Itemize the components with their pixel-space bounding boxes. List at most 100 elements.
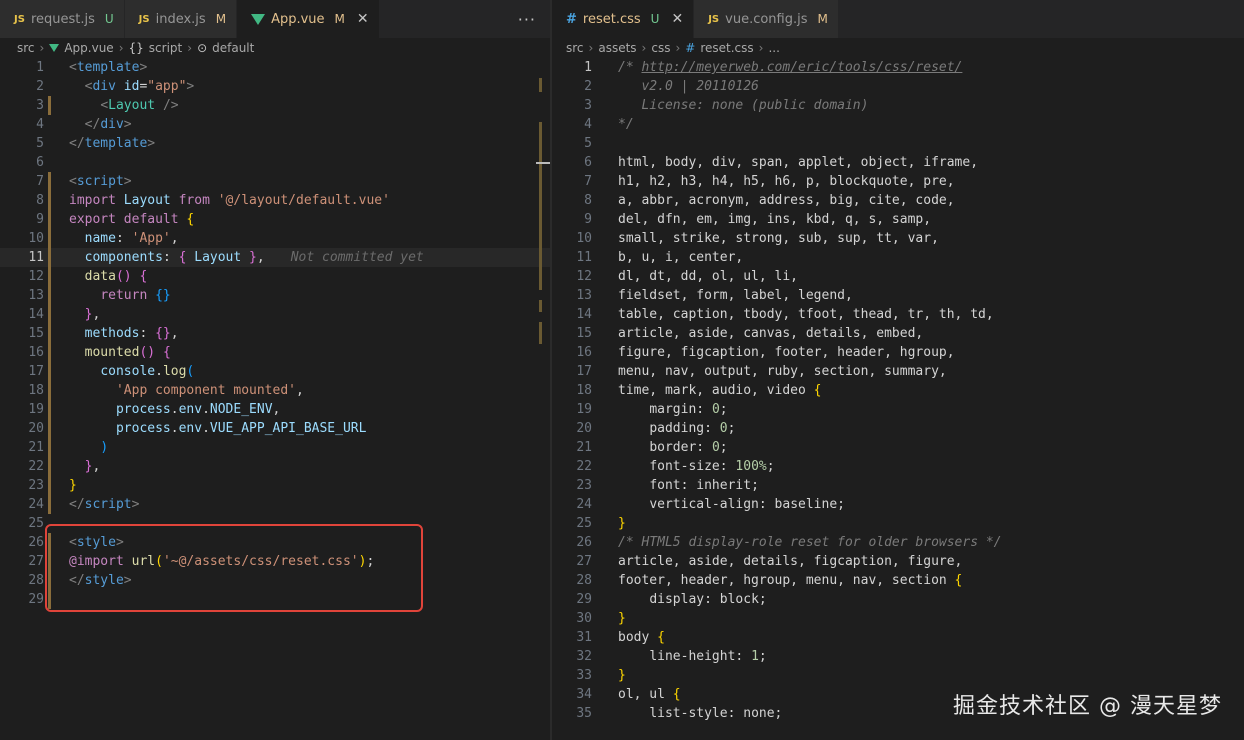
- code-line: 3 License: none (public domain): [584, 98, 869, 113]
- git-blame-annotation: Not committed yet: [290, 250, 424, 265]
- code-line: 24 </script>: [28, 495, 140, 514]
- chevron-right-icon: ›: [39, 41, 45, 55]
- code-line: 20 padding: 0;: [576, 421, 736, 436]
- javascript-icon: JS: [138, 13, 150, 25]
- code-line: 27 article, aside, details, figcaption, f…: [576, 554, 963, 569]
- code-editor[interactable]: 1/* http://meyerweb.com/eric/tools/css/r…: [552, 58, 1244, 723]
- tab-app-vue[interactable]: App.vue M ✕: [237, 0, 380, 38]
- code-line: 21 ): [28, 438, 109, 457]
- annotation-highlight-box: [45, 524, 423, 612]
- git-status-badge: M: [334, 12, 345, 26]
- code-line: 28 footer, header, hgroup, menu, nav, sec…: [576, 573, 963, 588]
- code-line-current: 11 components: { Layout }, Not committed …: [0, 248, 550, 267]
- breadcrumb: src › assets › css › # reset.css › ...: [552, 38, 1244, 58]
- code-line: 24 vertical-align: baseline;: [576, 497, 845, 512]
- braces-icon: {}: [128, 41, 144, 55]
- code-line: 33}: [576, 668, 626, 683]
- css-icon: #: [566, 11, 577, 27]
- tab-request-js[interactable]: JS request.js U: [0, 0, 125, 38]
- scrollbar-marker: [539, 122, 542, 290]
- code-line: 10 small, strike, strong, sub, sup, tt, v…: [576, 231, 939, 246]
- code-line: 32 line-height: 1;: [576, 649, 767, 664]
- code-line: 18 'App component mounted',: [28, 381, 304, 400]
- breadcrumb-item[interactable]: src: [17, 41, 35, 55]
- chevron-right-icon: ›: [675, 41, 681, 55]
- scrollbar-slider[interactable]: [536, 162, 550, 164]
- tab-vue-config-js[interactable]: JS vue.config.js M: [694, 0, 839, 38]
- tab-label: reset.css: [582, 11, 641, 27]
- tab-label: index.js: [155, 11, 206, 27]
- breadcrumb-item[interactable]: assets: [598, 41, 636, 55]
- close-icon[interactable]: ✕: [357, 11, 369, 27]
- breadcrumb-item[interactable]: reset.css: [700, 41, 753, 55]
- code-line: 14 },: [28, 305, 101, 324]
- right-tab-bar: # reset.css U ✕ JS vue.config.js M: [552, 0, 1244, 38]
- code-line: 6 html, body, div, span, applet, object, …: [584, 155, 979, 170]
- code-line: 23}: [28, 476, 77, 495]
- code-line: 7 <script>: [36, 172, 132, 191]
- code-line: 19 margin: 0;: [576, 402, 728, 417]
- code-line: 29 display: block;: [576, 592, 767, 607]
- code-line: 26/* HTML5 display-role reset for older …: [576, 535, 1002, 550]
- code-line: 10 name: 'App',: [28, 229, 179, 248]
- scrollbar-marker: [539, 300, 542, 312]
- code-line: 1 <template>: [36, 60, 148, 75]
- code-line: 22 },: [28, 457, 101, 476]
- symbol-field-icon: ⊙: [197, 41, 208, 55]
- javascript-icon: JS: [708, 13, 720, 25]
- close-icon[interactable]: ✕: [671, 11, 683, 27]
- code-line: 5 </template>: [36, 136, 156, 151]
- code-line: 8 import Layout from '@/layout/default.vu…: [36, 191, 390, 210]
- git-status-badge: U: [104, 12, 114, 26]
- code-line: 13 return {}: [28, 286, 171, 305]
- breadcrumb-item[interactable]: script: [149, 41, 182, 55]
- code-line: 9 export default {: [36, 210, 195, 229]
- breadcrumb-item[interactable]: css: [651, 41, 670, 55]
- more-actions-icon[interactable]: ···: [518, 10, 536, 29]
- left-tab-bar: JS request.js U JS index.js M App.vue M …: [0, 0, 550, 38]
- vue-icon: [251, 13, 266, 25]
- code-line: 20 process.env.VUE_APP_API_BASE_URL: [28, 419, 367, 438]
- breadcrumb-item[interactable]: App.vue: [64, 41, 113, 55]
- watermark: 掘金技术社区 @ 漫天星梦: [953, 694, 1222, 719]
- chevron-right-icon: ›: [187, 41, 193, 55]
- code-line: 17 console.log(: [28, 362, 195, 381]
- scrollbar-marker: [539, 78, 542, 92]
- chevron-right-icon: ›: [118, 41, 124, 55]
- code-line: 22 font-size: 100%;: [576, 459, 775, 474]
- code-line-current: 1/* http://meyerweb.com/eric/tools/css/r…: [584, 60, 963, 75]
- breadcrumb-item[interactable]: src: [566, 41, 584, 55]
- code-line: 11 b, u, i, center,: [576, 250, 744, 265]
- chevron-right-icon: ›: [641, 41, 647, 55]
- code-line: 16 figure, figcaption, footer, header, hg…: [576, 345, 955, 360]
- code-line: 4 </div>: [36, 117, 132, 132]
- right-editor-group: # reset.css U ✕ JS vue.config.js M src ›…: [552, 0, 1244, 740]
- tab-index-js[interactable]: JS index.js M: [124, 0, 238, 38]
- breadcrumb: src › App.vue › {} script › ⊙ default: [0, 38, 550, 58]
- code-line: 15 article, aside, canvas, details, embed…: [576, 326, 924, 341]
- code-line: 12 dl, dt, dd, ol, ul, li,: [576, 269, 799, 284]
- code-line: 6: [36, 155, 44, 170]
- breadcrumb-item[interactable]: ...: [768, 41, 779, 55]
- code-line: 18 time, mark, audio, video {: [576, 383, 822, 398]
- tab-reset-css[interactable]: # reset.css U ✕: [552, 0, 695, 38]
- code-line: 3 <Layout />: [36, 96, 179, 115]
- chevron-right-icon: ›: [588, 41, 594, 55]
- breadcrumb-item[interactable]: default: [212, 41, 254, 55]
- chevron-right-icon: ›: [758, 41, 764, 55]
- code-line: 4 */: [584, 117, 634, 132]
- code-line: 2 v2.0 | 20110126: [584, 79, 759, 94]
- code-line: 21 border: 0;: [576, 440, 728, 455]
- code-line: 8 a, abbr, acronym, address, big, cite, c…: [584, 193, 955, 208]
- code-line: 13 fieldset, form, label, legend,: [576, 288, 853, 303]
- code-line: 25}: [576, 516, 626, 531]
- code-line: 16 mounted() {: [28, 343, 171, 362]
- css-icon: #: [685, 41, 696, 55]
- tab-label: App.vue: [271, 11, 325, 27]
- tab-label: request.js: [30, 11, 95, 27]
- code-line: 17 menu, nav, output, ruby, section, summ…: [576, 364, 947, 379]
- code-line: 5: [584, 136, 592, 151]
- code-line: 7 h1, h2, h3, h4, h5, h6, p, blockquote, …: [584, 174, 955, 189]
- code-line: 30}: [576, 611, 626, 626]
- scrollbar-marker: [539, 322, 542, 344]
